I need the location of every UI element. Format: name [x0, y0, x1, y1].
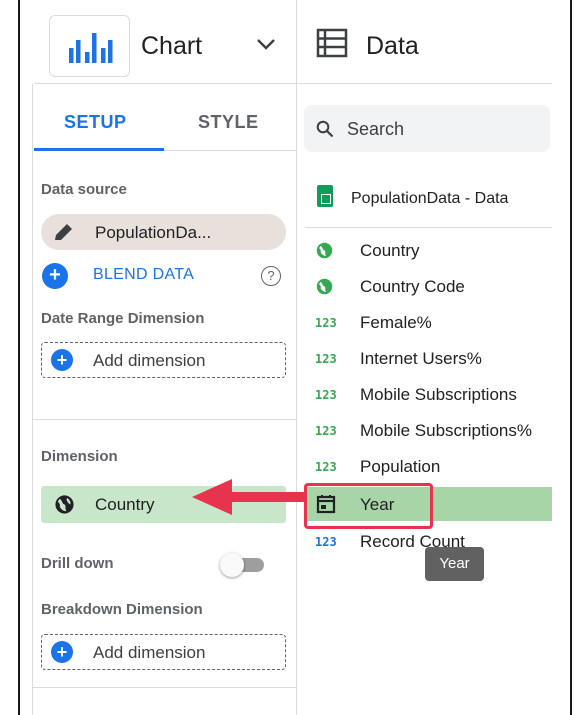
field-tooltip: Year: [425, 547, 484, 581]
header-divider: [297, 83, 552, 84]
bar-chart-icon: [69, 33, 113, 63]
add-dimension-label: Add dimension: [93, 351, 206, 370]
field-name: Female%: [360, 313, 432, 332]
number-type-icon: 123: [315, 388, 337, 402]
header-divider: [34, 83, 296, 84]
source-divider: [305, 227, 552, 228]
help-icon[interactable]: ?: [261, 266, 281, 286]
date-range-label: Date Range Dimension: [41, 310, 205, 327]
globe-icon: [316, 242, 333, 259]
breakdown-dimension-label: Breakdown Dimension: [41, 601, 203, 618]
add-date-dimension-button[interactable]: + Add dimension: [41, 342, 286, 378]
search-placeholder: Search: [347, 119, 405, 139]
sheets-icon: [317, 185, 333, 207]
blend-data-button[interactable]: BLEND DATA: [93, 266, 194, 284]
table-icon: [316, 28, 348, 58]
plus-icon: +: [51, 641, 73, 663]
pencil-icon[interactable]: [53, 222, 75, 242]
number-type-icon: 123: [315, 352, 337, 366]
field-name: Population: [360, 457, 441, 476]
dimension-name: Country: [95, 495, 155, 514]
field-item-mobile-subscriptions[interactable]: 123 Mobile Subscriptions: [305, 377, 552, 411]
data-source-title[interactable]: PopulationData - Data: [351, 190, 508, 208]
field-item-female[interactable]: 123 Female%: [305, 305, 552, 339]
chart-title: Chart: [141, 32, 203, 60]
section-divider: [33, 687, 296, 688]
add-dimension-label: Add dimension: [93, 643, 206, 662]
field-item-country-code[interactable]: Country Code: [305, 269, 552, 303]
number-type-icon: 123: [315, 460, 337, 474]
blend-plus-icon[interactable]: +: [42, 263, 68, 289]
field-item-country[interactable]: Country: [305, 233, 552, 267]
drill-down-toggle-knob[interactable]: [220, 553, 244, 577]
dimension-label: Dimension: [41, 448, 118, 465]
number-type-icon: 123: [315, 316, 337, 330]
panel-divider: [296, 0, 297, 715]
chart-type-tile[interactable]: [49, 15, 130, 77]
globe-icon: [316, 278, 333, 295]
globe-icon: [55, 495, 74, 514]
field-name: Country Code: [360, 277, 465, 296]
tab-style[interactable]: STYLE: [198, 112, 259, 133]
field-name: Mobile Subscriptions%: [360, 421, 532, 440]
active-tab-indicator: [34, 148, 164, 151]
search-icon: [316, 120, 334, 138]
data-source-name: PopulationDa...: [95, 223, 212, 242]
drag-arrow-icon: [192, 479, 305, 515]
data-panel-title: Data: [366, 32, 419, 60]
data-source-label: Data source: [41, 181, 127, 198]
field-item-population[interactable]: 123 Population: [305, 449, 552, 483]
field-item-mobile-subscriptions-pct[interactable]: 123 Mobile Subscriptions%: [305, 413, 552, 447]
field-item-internet-users[interactable]: 123 Internet Users%: [305, 341, 552, 375]
field-name: Internet Users%: [360, 349, 482, 368]
field-name: Country: [360, 241, 420, 260]
data-source-chip[interactable]: PopulationDa...: [41, 214, 286, 250]
number-type-icon: 123: [315, 424, 337, 438]
number-type-icon: 123: [315, 535, 337, 549]
section-divider: [33, 419, 296, 420]
field-name: Mobile Subscriptions: [360, 385, 517, 404]
tab-setup[interactable]: SETUP: [64, 112, 127, 133]
drill-down-label: Drill down: [41, 555, 114, 572]
search-input[interactable]: Search: [304, 105, 550, 152]
chevron-down-icon[interactable]: [256, 37, 276, 51]
add-breakdown-dimension-button[interactable]: + Add dimension: [41, 634, 286, 670]
highlight-box: [304, 483, 433, 529]
plus-icon: +: [51, 349, 73, 371]
